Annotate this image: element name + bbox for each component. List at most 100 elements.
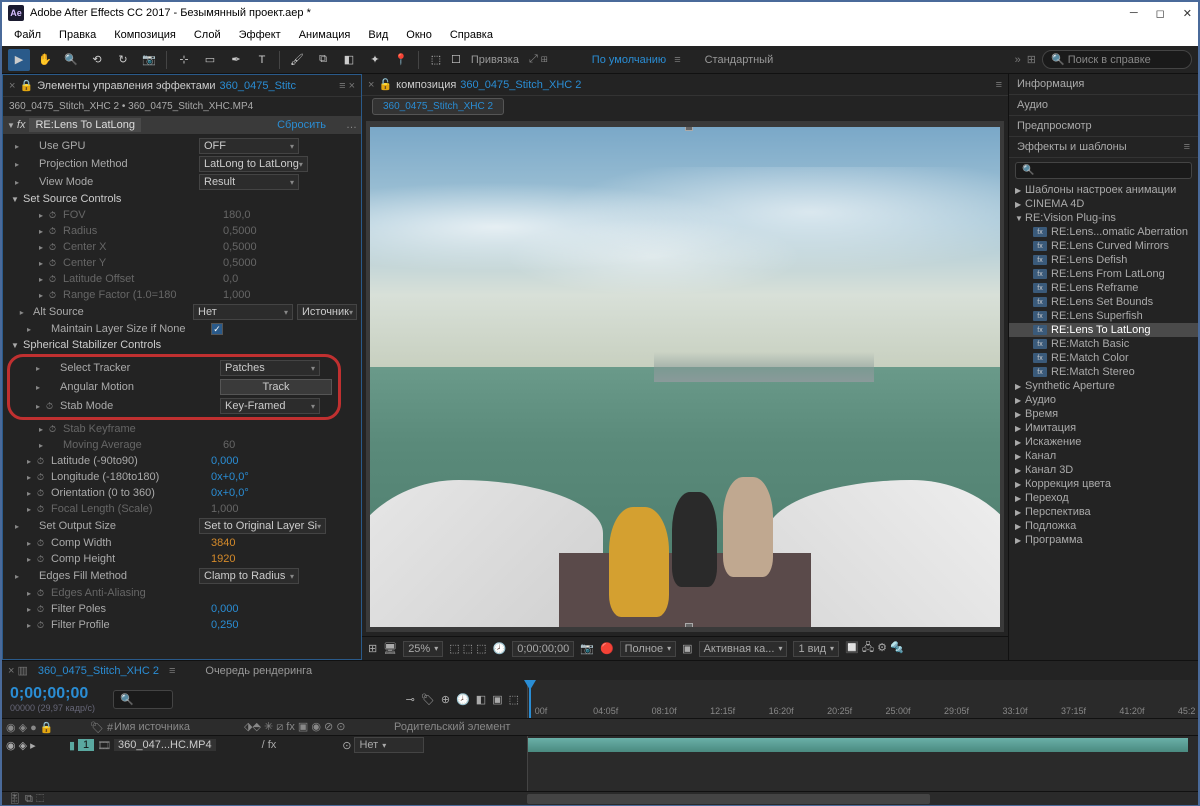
comp-panel-menu-icon[interactable]: ≡: [996, 79, 1002, 91]
property-dropdown[interactable]: OFF▾: [199, 138, 299, 154]
effects-tree-item[interactable]: fxRE:Lens Defish: [1009, 253, 1198, 267]
anchor-tool[interactable]: ⊹: [173, 49, 195, 71]
stopwatch-icon[interactable]: ⏱: [37, 504, 49, 515]
help-search-input[interactable]: 🔍 Поиск в справке: [1042, 50, 1192, 69]
viewer-region-icon[interactable]: ▣: [682, 642, 692, 655]
property-value[interactable]: 0x+0,0°: [211, 487, 357, 499]
property-value[interactable]: 1920: [211, 553, 357, 565]
snapshot-icon[interactable]: 📷: [580, 642, 594, 655]
property-group[interactable]: ▼Spherical Stabilizer Controls: [3, 337, 361, 353]
tab-lock-icon[interactable]: 🔒: [19, 79, 33, 92]
effects-tree-item[interactable]: fxRE:Match Basic: [1009, 337, 1198, 351]
text-tool[interactable]: T: [251, 49, 273, 71]
property-dropdown[interactable]: Result▾: [199, 174, 299, 190]
views-dropdown[interactable]: 1 вид▾: [793, 641, 839, 657]
timeline-tab[interactable]: 360_0475_Stitch_XHC 2: [38, 665, 159, 677]
minimize-button[interactable]: ─: [1130, 7, 1138, 20]
workspace-default[interactable]: По умолчанию: [592, 54, 666, 66]
effects-tree-item[interactable]: ▶Искажение: [1009, 435, 1198, 449]
menu-help[interactable]: Справка: [442, 27, 501, 43]
effects-tree-item[interactable]: fxRE:Lens To LatLong: [1009, 323, 1198, 337]
current-time[interactable]: 0;00;00;00: [2, 685, 103, 703]
effects-tree-item[interactable]: ▶Канал: [1009, 449, 1198, 463]
stopwatch-icon[interactable]: ⏱: [37, 488, 49, 499]
property-value[interactable]: 0,5000: [223, 225, 357, 237]
menu-view[interactable]: Вид: [360, 27, 396, 43]
effects-tree-item[interactable]: ▶Канал 3D: [1009, 463, 1198, 477]
panel-menu-icon[interactable]: ≡ ×: [339, 80, 355, 92]
stopwatch-icon[interactable]: ⏱: [49, 226, 61, 237]
orbit-tool[interactable]: ⟲: [86, 49, 108, 71]
resolution-dropdown[interactable]: Полное▾: [620, 641, 677, 657]
viewer-time-icon[interactable]: 🕗: [493, 642, 507, 655]
menu-window[interactable]: Окно: [398, 27, 440, 43]
viewer-monitor-icon[interactable]: 🖥: [383, 642, 397, 655]
property-value[interactable]: 0,250: [211, 619, 357, 631]
selection-tool[interactable]: ▶: [8, 49, 30, 71]
effects-tree-item[interactable]: ▶Время: [1009, 407, 1198, 421]
stopwatch-icon[interactable]: ⏱: [37, 588, 49, 599]
property-dropdown[interactable]: Set to Original Layer Si▾: [199, 518, 326, 534]
effects-tree-item[interactable]: fxRE:Match Stereo: [1009, 365, 1198, 379]
fx-icon[interactable]: fx: [17, 119, 26, 131]
stopwatch-icon[interactable]: ⏱: [49, 242, 61, 253]
workspace-grid-icon[interactable]: ⊞: [1027, 53, 1036, 66]
tab-close-icon[interactable]: ×: [9, 80, 15, 92]
menu-file[interactable]: Файл: [6, 27, 49, 43]
viewer-misc-icons[interactable]: 🔲 🖧 ⚙ 🔩: [845, 639, 904, 658]
workspace-standard[interactable]: Стандартный: [705, 54, 774, 66]
zoom-tool[interactable]: 🔍: [60, 49, 82, 71]
timeline-ruler[interactable]: 00f04:05f08:10f12:15f16:20f20:25f25:00f2…: [527, 680, 1198, 718]
effects-tree-item[interactable]: ▶Коррекция цвета: [1009, 477, 1198, 491]
property-dropdown-extra[interactable]: Источник▾: [297, 304, 357, 320]
composition-viewer[interactable]: [366, 121, 1004, 632]
viewer-res-icon[interactable]: ⬚ ⬚ ⬚: [449, 642, 486, 655]
effect-header[interactable]: ▼ fx RE:Lens To LatLong Сбросить …: [3, 116, 361, 135]
effects-tree-item[interactable]: ▶Аудио: [1009, 393, 1198, 407]
tl-tool-icon[interactable]: ▣: [492, 693, 502, 706]
camera-dropdown[interactable]: Активная ка...▾: [699, 641, 788, 657]
tl-tool-icon[interactable]: ⊕: [441, 693, 450, 706]
property-dropdown[interactable]: LatLong to LatLong▾: [199, 156, 308, 172]
stopwatch-icon[interactable]: ⏱: [37, 554, 49, 565]
snap-checkbox[interactable]: ☐: [451, 53, 461, 66]
tl-tool-icon[interactable]: 🕗: [456, 693, 470, 706]
timeline-search-input[interactable]: 🔍: [113, 690, 173, 709]
roto-tool[interactable]: ✦: [364, 49, 386, 71]
eraser-tool[interactable]: ◧: [338, 49, 360, 71]
menu-layer[interactable]: Слой: [186, 27, 229, 43]
camera-tool[interactable]: 📷: [138, 49, 160, 71]
rect-tool[interactable]: ▭: [199, 49, 221, 71]
effects-tree-item[interactable]: fxRE:Lens...omatic Aberration: [1009, 225, 1198, 239]
stopwatch-icon[interactable]: ⏱: [49, 274, 61, 285]
stopwatch-icon[interactable]: ⏱: [46, 401, 58, 412]
audio-panel-header[interactable]: Аудио: [1009, 95, 1198, 116]
effects-presets-header[interactable]: Эффекты и шаблоны≡: [1009, 137, 1198, 158]
effects-tree-item[interactable]: ▶Имитация: [1009, 421, 1198, 435]
preview-panel-header[interactable]: Предпросмотр: [1009, 116, 1198, 137]
menu-animation[interactable]: Анимация: [291, 27, 359, 43]
property-group[interactable]: ▼Set Source Controls: [3, 191, 361, 207]
tl-tool-icon[interactable]: ⬚: [509, 693, 519, 706]
stopwatch-icon[interactable]: ⏱: [37, 538, 49, 549]
stopwatch-icon[interactable]: ⏱: [49, 258, 61, 269]
panel-tab-label[interactable]: Элементы управления эффектами: [37, 80, 215, 92]
property-checkbox[interactable]: ✓: [211, 323, 223, 335]
stopwatch-icon[interactable]: ⏱: [37, 604, 49, 615]
property-value[interactable]: 0,5000: [223, 257, 357, 269]
viewer-grid-icon[interactable]: ⊞: [368, 642, 377, 655]
brush-tool[interactable]: 🖌: [286, 49, 308, 71]
channel-icon[interactable]: 🔴: [600, 642, 614, 655]
tl-tool-icon[interactable]: ◧: [476, 693, 486, 706]
hand-tool[interactable]: ✋: [34, 49, 56, 71]
stopwatch-icon[interactable]: ⏱: [37, 472, 49, 483]
property-value[interactable]: 3840: [211, 537, 357, 549]
property-value[interactable]: 0,000: [211, 455, 357, 467]
track-button[interactable]: Track: [220, 379, 332, 395]
stopwatch-icon[interactable]: ⏱: [49, 424, 61, 435]
effects-tree-item[interactable]: fxRE:Lens Reframe: [1009, 281, 1198, 295]
tl-tool-icon[interactable]: ⊸: [406, 693, 415, 706]
effect-reset-link[interactable]: Сбросить: [277, 119, 326, 131]
effects-tree-item[interactable]: fxRE:Lens From LatLong: [1009, 267, 1198, 281]
effects-tree-item[interactable]: ▶Переход: [1009, 491, 1198, 505]
